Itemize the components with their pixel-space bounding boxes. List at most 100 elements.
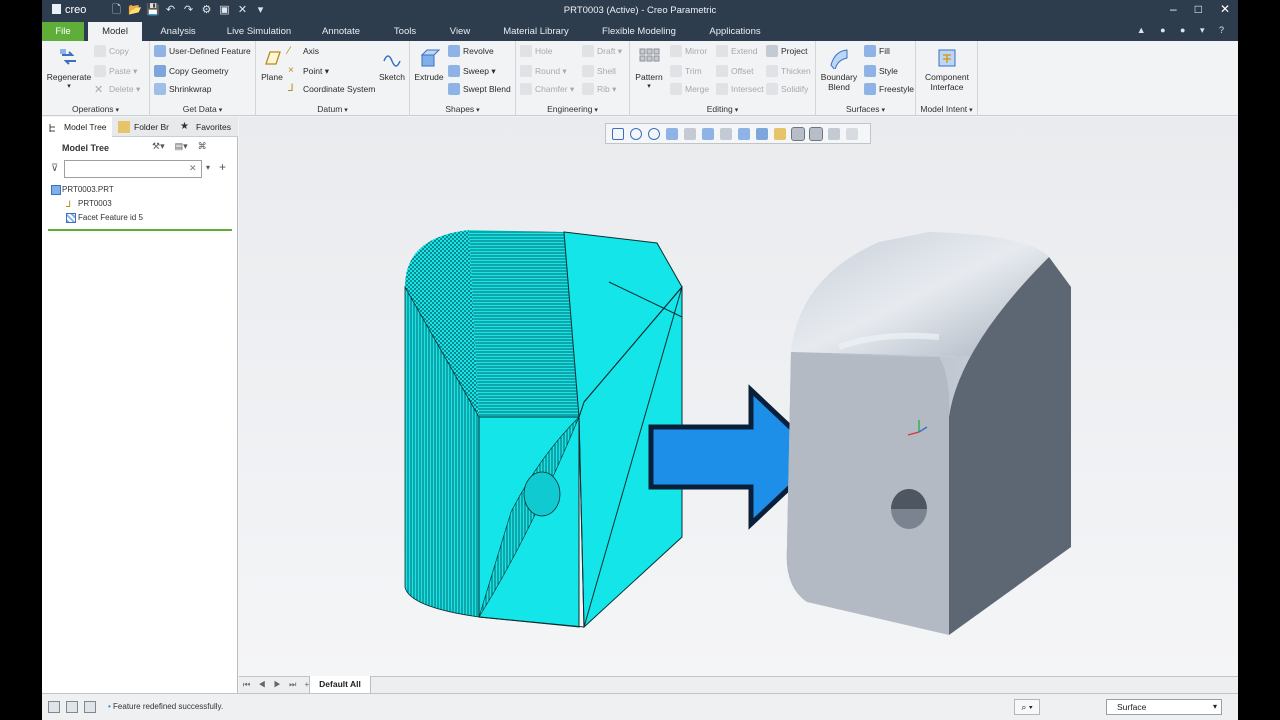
offset-button[interactable]: Offset: [716, 65, 754, 77]
perspective-icon[interactable]: [738, 127, 750, 140]
spin-center-icon[interactable]: [809, 126, 823, 141]
fill-button[interactable]: Fill: [864, 45, 890, 57]
extrude-button[interactable]: Extrude: [412, 47, 446, 82]
revolve-button[interactable]: Revolve: [448, 45, 494, 57]
tab-model[interactable]: Model: [88, 22, 142, 41]
display-style-icon[interactable]: [756, 127, 768, 140]
maximize-button[interactable]: □: [1195, 2, 1202, 16]
group-label-editing[interactable]: Editing: [630, 104, 815, 114]
browser-toggle-icon[interactable]: [66, 701, 78, 713]
tab-view[interactable]: View: [438, 22, 482, 41]
filter-icon[interactable]: ⊽: [51, 163, 58, 174]
tab-material-library[interactable]: Material Library: [494, 22, 578, 41]
fullscreen-icon[interactable]: [84, 701, 96, 713]
sketch-button[interactable]: Sketch: [376, 47, 408, 82]
trim-button[interactable]: Trim: [670, 65, 702, 77]
tab-tools[interactable]: Tools: [382, 22, 428, 41]
mirror-button[interactable]: Mirror: [670, 45, 707, 57]
thicken-button[interactable]: Thicken: [766, 65, 811, 77]
shell-button[interactable]: Shell: [582, 65, 616, 77]
view-manager-icon[interactable]: [720, 127, 732, 140]
paste-icon: [94, 65, 106, 77]
annotation-display-icon[interactable]: [791, 126, 805, 141]
selection-filter[interactable]: Surface: [1106, 699, 1222, 715]
insert-indicator[interactable]: [48, 229, 232, 231]
view-tab-navigation[interactable]: ⏮ ◀ ▶ ⏭ +: [243, 680, 312, 690]
freestyle-button[interactable]: Freestyle: [864, 83, 914, 95]
swept-blend-button[interactable]: Swept Blend: [448, 83, 511, 95]
section-icon[interactable]: [846, 127, 858, 140]
group-label-surfaces[interactable]: Surfaces: [816, 104, 915, 114]
point-button[interactable]: × Point ▾: [288, 65, 329, 77]
draft-button[interactable]: Draft ▾: [582, 45, 622, 57]
tree-settings-icon[interactable]: ⚒▾: [152, 141, 165, 152]
graphics-window[interactable]: [239, 117, 1238, 676]
pattern-button[interactable]: Pattern ▾: [632, 47, 666, 90]
tab-default-all[interactable]: Default All: [309, 676, 371, 694]
round-button[interactable]: Round ▾: [520, 65, 567, 77]
style-button[interactable]: Style: [864, 65, 898, 77]
intersect-button[interactable]: Intersect: [716, 83, 764, 95]
sweep-button[interactable]: Sweep ▾: [448, 65, 496, 77]
tab-favorites[interactable]: ★ Favorites: [174, 117, 238, 137]
boundary-blend-button[interactable]: Boundary Blend: [818, 47, 860, 92]
rib-button[interactable]: Rib ▾: [582, 83, 616, 95]
tree-item-part[interactable]: PRT0003.PRT: [48, 183, 234, 197]
tree-columns-icon[interactable]: ▤▾: [175, 141, 188, 152]
add-icon[interactable]: +: [219, 160, 226, 174]
tab-flexible-modeling[interactable]: Flexible Modeling: [590, 22, 688, 41]
merge-button[interactable]: Merge: [670, 83, 709, 95]
search-dropdown-icon[interactable]: ▾: [206, 163, 210, 172]
coordinate-system-button[interactable]: ⅃ Coordinate System: [288, 83, 375, 95]
navigator-toggle-icon[interactable]: [48, 701, 60, 713]
group-label-model-intent[interactable]: Model Intent: [916, 104, 977, 114]
group-label-get-data[interactable]: Get Data: [150, 104, 255, 114]
paste-button[interactable]: Paste ▾: [94, 65, 137, 77]
datum-display-icon[interactable]: [774, 127, 786, 140]
refit-icon[interactable]: [612, 127, 624, 140]
delete-button[interactable]: ✕ Delete ▾: [94, 83, 140, 97]
group-label-datum[interactable]: Datum: [256, 104, 409, 114]
group-label-operations[interactable]: Operations: [42, 104, 149, 114]
group-label-shapes[interactable]: Shapes: [410, 104, 515, 114]
help-controls[interactable]: ▲ ● ● ▾ ?: [1137, 25, 1230, 36]
clear-search-icon[interactable]: ✕: [189, 163, 197, 174]
tab-folder-browser[interactable]: Folder Br: [112, 117, 172, 137]
minimize-button[interactable]: –: [1170, 2, 1177, 16]
orient-icon[interactable]: [684, 127, 696, 140]
round-icon: [520, 65, 532, 77]
solid-part-model[interactable]: [786, 232, 1071, 635]
copy-button[interactable]: Copy: [94, 45, 129, 57]
zoom-in-icon[interactable]: [630, 127, 642, 140]
tab-annotate[interactable]: Annotate: [312, 22, 370, 41]
group-label-engineering[interactable]: Engineering: [516, 104, 629, 114]
faceted-mesh-model[interactable]: [404, 230, 683, 629]
copy-geometry-button[interactable]: Copy Geometry: [154, 65, 229, 77]
axis-button[interactable]: ⁄ Axis: [288, 45, 319, 57]
tree-item-csys[interactable]: ⅃ PRT0003: [48, 197, 234, 211]
extend-button[interactable]: Extend: [716, 45, 757, 57]
hole-button[interactable]: Hole: [520, 45, 552, 57]
close-button[interactable]: ✕: [1220, 2, 1230, 16]
tab-model-tree[interactable]: Model Tree: [42, 117, 112, 137]
project-button[interactable]: Project: [766, 45, 807, 57]
component-interface-button[interactable]: Component Interface: [918, 47, 976, 92]
repaint-icon[interactable]: [666, 127, 678, 140]
tab-analysis[interactable]: Analysis: [150, 22, 206, 41]
find-button[interactable]: ⌕ ▾: [1014, 699, 1040, 715]
zoom-out-icon[interactable]: [648, 127, 660, 140]
tab-applications[interactable]: Applications: [700, 22, 770, 41]
show-icon[interactable]: [828, 127, 840, 140]
tree-filter-icon[interactable]: ⌘: [198, 141, 207, 152]
saved-views-icon[interactable]: [702, 127, 714, 140]
regenerate-button[interactable]: Regenerate ▾: [46, 47, 92, 90]
tab-file[interactable]: File: [42, 22, 84, 41]
plane-button[interactable]: Plane: [258, 47, 286, 82]
tree-item-facet-feature[interactable]: Facet Feature id 5: [48, 211, 234, 225]
solidify-button[interactable]: Solidify: [766, 83, 808, 95]
tab-live-simulation[interactable]: Live Simulation: [218, 22, 300, 41]
chamfer-button[interactable]: Chamfer ▾: [520, 83, 574, 95]
user-defined-feature-button[interactable]: User-Defined Feature: [154, 45, 251, 57]
shrinkwrap-button[interactable]: Shrinkwrap: [154, 83, 212, 95]
tree-search-input[interactable]: [64, 160, 202, 178]
